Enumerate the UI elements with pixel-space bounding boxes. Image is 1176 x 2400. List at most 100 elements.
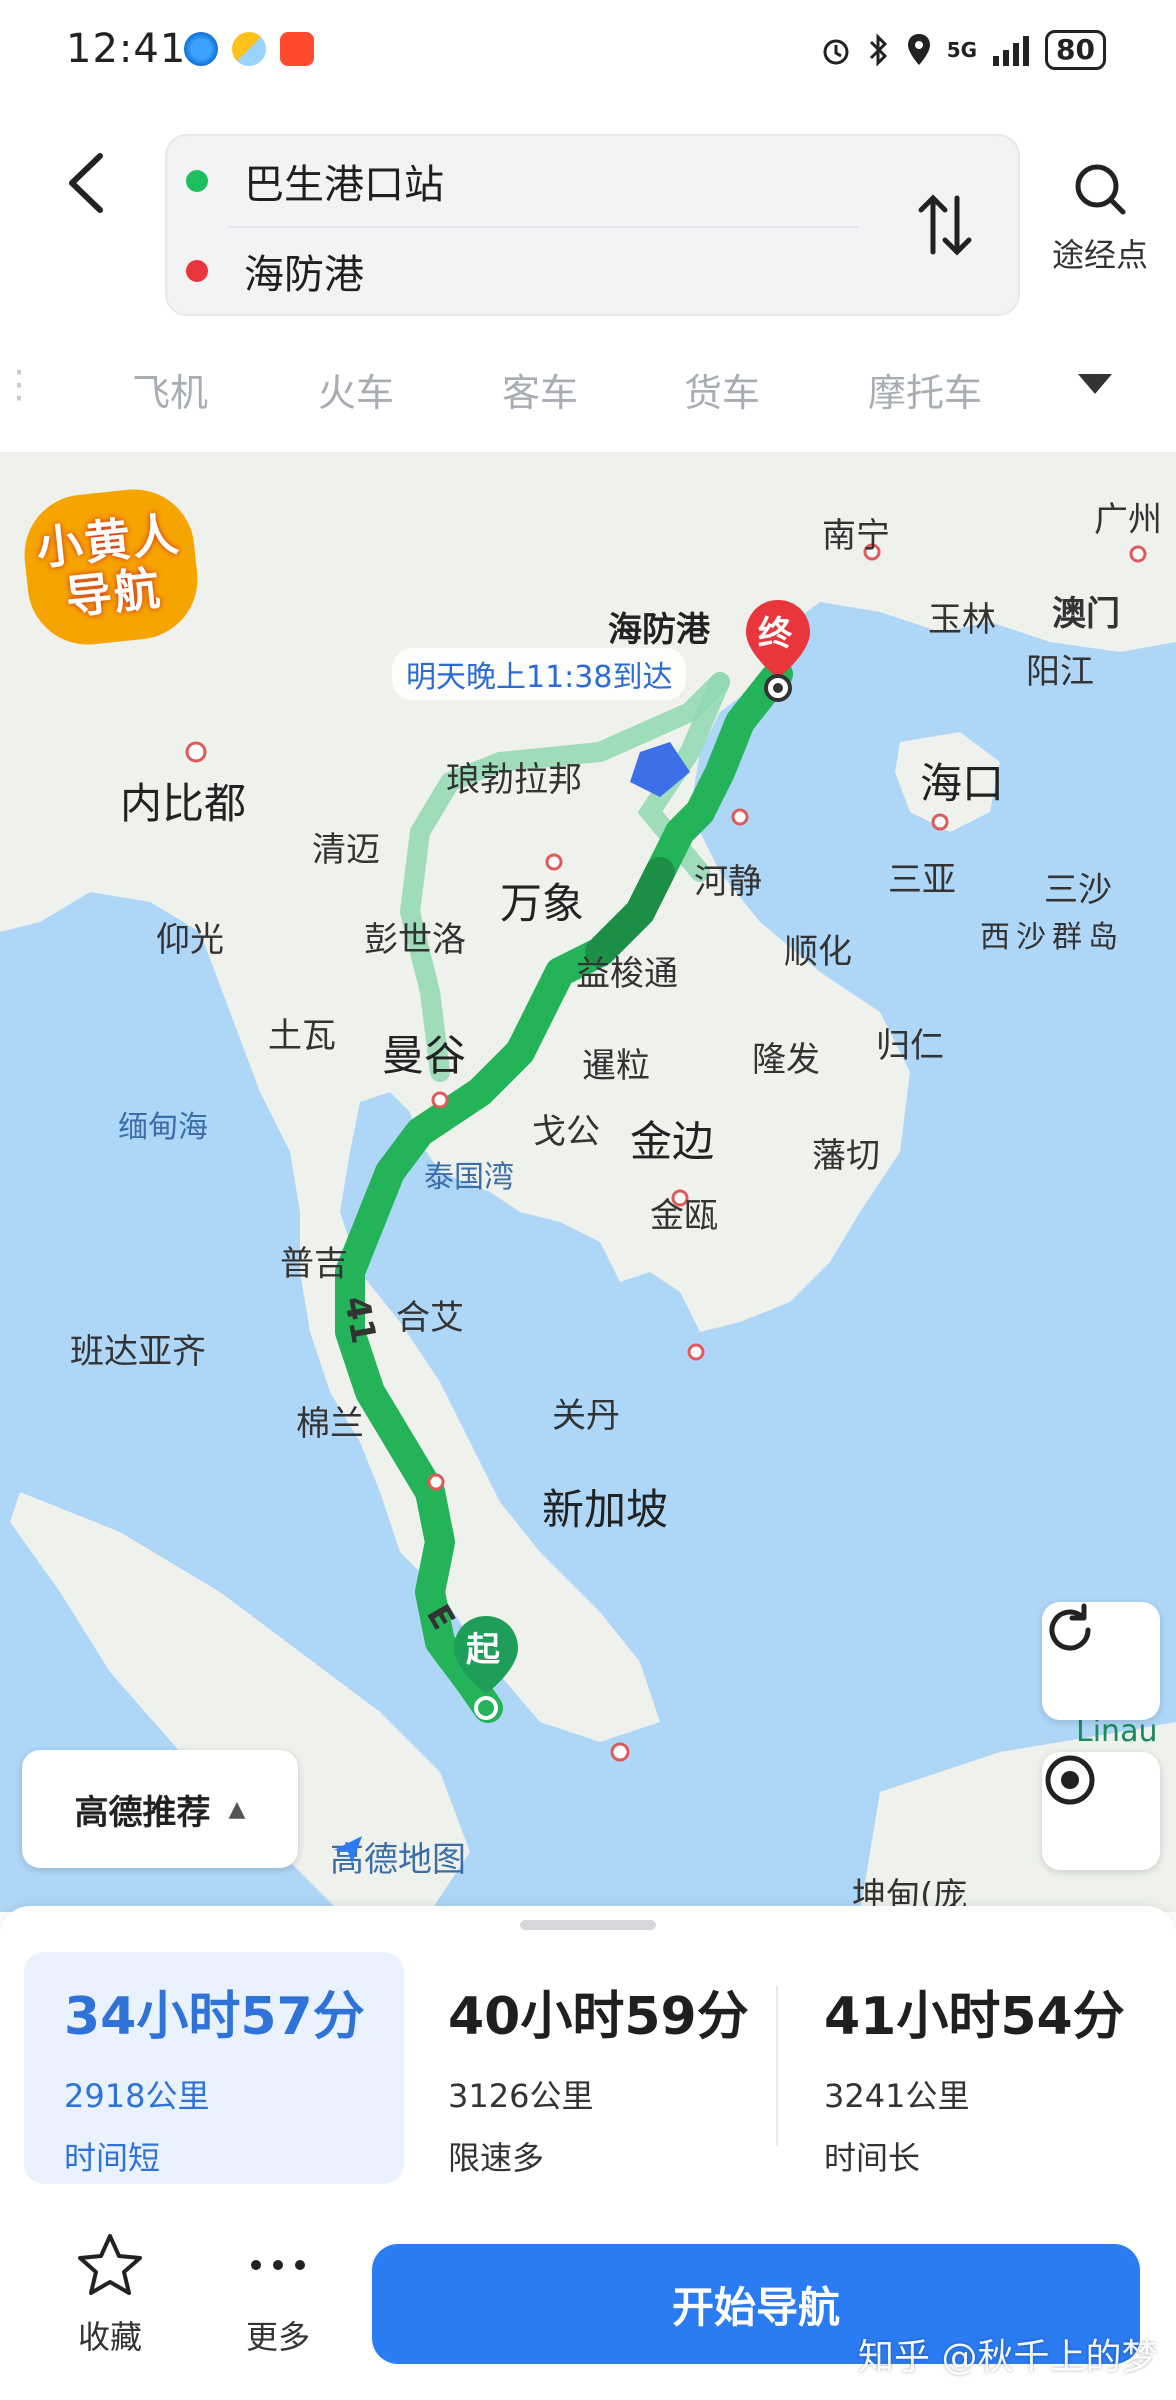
alarm-icon xyxy=(823,39,849,65)
route-tag: 时间长 xyxy=(824,2139,921,2177)
search-icon xyxy=(1075,164,1126,215)
map-label-phuket: 普吉 xyxy=(280,1244,348,1284)
status-app-icons xyxy=(184,32,314,66)
transport-tabs: ⋮ 飞机 火车 客车 货车 摩托车 xyxy=(0,350,1176,430)
waypoint-button[interactable]: 途经点 xyxy=(1040,160,1160,276)
map-label-sansha: 三沙 xyxy=(1044,870,1112,910)
start-marker[interactable]: 起 xyxy=(448,1612,524,1722)
route-divider xyxy=(228,226,858,228)
browser-icon xyxy=(184,32,218,66)
route-time: 41小时54分 xyxy=(824,1987,1125,2047)
refresh-icon xyxy=(1049,1603,1091,1651)
more-icon xyxy=(251,2260,305,2270)
caret-up-icon: ▲ xyxy=(228,1796,246,1822)
tab-truck[interactable]: 货车 xyxy=(684,362,760,417)
favorite-label: 收藏 xyxy=(77,2318,142,2356)
tab-coach[interactable]: 客车 xyxy=(502,362,578,417)
swap-button[interactable] xyxy=(915,190,975,260)
route-distance: 2918公里 xyxy=(64,2077,210,2115)
tabs-expand-button[interactable] xyxy=(1076,372,1114,400)
map-label-sanya: 三亚 xyxy=(888,860,956,900)
weather-icon xyxy=(232,32,266,66)
map-label-nanning: 南宁 xyxy=(822,516,890,556)
map-label-singapore: 新加坡 xyxy=(542,1485,669,1534)
chevron-left-icon xyxy=(69,153,103,213)
start-location-field[interactable]: 巴生港口站 xyxy=(186,146,444,216)
map-label-medan: 棉兰 xyxy=(296,1404,364,1444)
star-icon xyxy=(78,2234,142,2295)
map-label-ca-mau: 金瓯 xyxy=(650,1196,718,1236)
recommend-label: 高德推荐 xyxy=(74,1792,211,1833)
map-label-luang-prabang: 琅勃拉邦 xyxy=(446,760,582,800)
map-label-chiang-mai: 清迈 xyxy=(312,830,380,870)
end-dot xyxy=(186,260,208,282)
route-distance: 3241公里 xyxy=(824,2077,970,2115)
map-label-yangon: 仰光 xyxy=(156,920,224,960)
location-icon xyxy=(907,34,930,65)
waypoint-label: 途经点 xyxy=(1051,236,1148,274)
more-button[interactable]: 更多 xyxy=(218,2232,338,2358)
route-option-1[interactable]: 34小时57分 2918公里 时间短 xyxy=(24,1952,404,2184)
route-tag: 限速多 xyxy=(448,2139,545,2177)
favorite-button[interactable]: 收藏 xyxy=(50,2232,170,2358)
status-time: 12:41 xyxy=(66,26,187,72)
status-indicators: 5G 80 xyxy=(819,30,1106,70)
map-brand: 高德地图 xyxy=(330,1832,466,1881)
sheet-handle[interactable] xyxy=(520,1920,656,1930)
map-label-macau: 澳门 xyxy=(1052,594,1120,634)
map-label-quy-nhon: 归仁 xyxy=(876,1026,944,1066)
map-label-guangzhou: 广州 xyxy=(1094,500,1162,540)
signal-icon xyxy=(993,36,1030,66)
watermark: 知乎 @秋千上的梦 xyxy=(858,2337,1158,2378)
map-label-hat-yai: 合艾 xyxy=(396,1298,464,1338)
end-marker-text: 终 xyxy=(758,614,792,654)
start-location-text: 巴生港口站 xyxy=(244,162,444,208)
route-option-2[interactable]: 40小时59分 3126公里 限速多 xyxy=(408,1952,768,2184)
map-label-tavoy: 土瓦 xyxy=(268,1016,336,1056)
map-label-xisha: 西沙群岛 xyxy=(980,920,1124,955)
recommend-dropdown[interactable]: 高德推荐 ▲ xyxy=(22,1750,298,1868)
route-option-3[interactable]: 41小时54分 3241公里 时间长 xyxy=(784,1952,1164,2184)
route-time: 40小时59分 xyxy=(448,1987,749,2047)
map-view[interactable]: 小黄人 导航 海防港 南宁 广州 玉林 澳门 阳江 海口 三亚 三沙 西沙群岛 … xyxy=(0,452,1176,1912)
map-skin-logo[interactable]: 小黄人 导航 xyxy=(18,483,204,651)
map-label-banda-aceh: 班达亚齐 xyxy=(70,1332,206,1372)
end-marker[interactable]: 终 xyxy=(740,596,816,706)
start-dot xyxy=(186,170,208,192)
map-label-yangjiang: 阳江 xyxy=(1026,652,1094,692)
map-label-gulf-of-thailand: 泰国湾 xyxy=(424,1160,514,1195)
caret-down-icon xyxy=(1078,374,1112,394)
map-label-bangkok: 曼谷 xyxy=(382,1031,467,1080)
refresh-button[interactable] xyxy=(1042,1602,1160,1720)
map-label-naypyidaw: 内比都 xyxy=(120,779,247,828)
map-label-kuantan: 关丹 xyxy=(552,1396,620,1436)
route-separator xyxy=(776,1986,778,2146)
battery-indicator: 80 xyxy=(1045,30,1106,70)
network-type: 5G xyxy=(946,38,978,62)
map-label-phan-thiet: 藩切 xyxy=(812,1136,880,1176)
route-time: 34小时57分 xyxy=(64,1987,365,2047)
map-label-haifang: 海防港 xyxy=(608,610,710,650)
eta-label: 明天晚上11:38到达 xyxy=(392,648,687,700)
mainland-land xyxy=(0,452,1176,1742)
tab-motorcycle[interactable]: 摩托车 xyxy=(868,362,982,417)
map-label-hatinh: 河静 xyxy=(694,862,762,902)
logo-line-1: 小黄人 xyxy=(33,506,183,576)
locate-button[interactable] xyxy=(1042,1752,1160,1870)
swap-icon xyxy=(918,194,972,256)
more-label: 更多 xyxy=(245,2318,310,2356)
back-button[interactable] xyxy=(60,148,120,218)
tab-plane[interactable]: 飞机 xyxy=(132,362,208,417)
logo-line-2: 导航 xyxy=(63,560,165,625)
status-bar: 12:41 5G 80 xyxy=(0,0,1176,100)
map-label-yulin: 玉林 xyxy=(928,600,996,640)
map-label-hue: 顺化 xyxy=(784,932,852,972)
map-label-yasothon: 益梭通 xyxy=(576,954,678,994)
map-label-siem-reap: 暹粒 xyxy=(582,1046,650,1086)
end-location-field[interactable]: 海防港 xyxy=(186,236,364,306)
tab-partial[interactable]: ⋮ xyxy=(0,362,38,406)
tab-train[interactable]: 火车 xyxy=(318,362,394,417)
route-tag: 时间短 xyxy=(64,2139,161,2177)
map-label-phitsanulok: 彭世洛 xyxy=(364,920,466,960)
map-label-long-an: 隆发 xyxy=(752,1040,820,1080)
